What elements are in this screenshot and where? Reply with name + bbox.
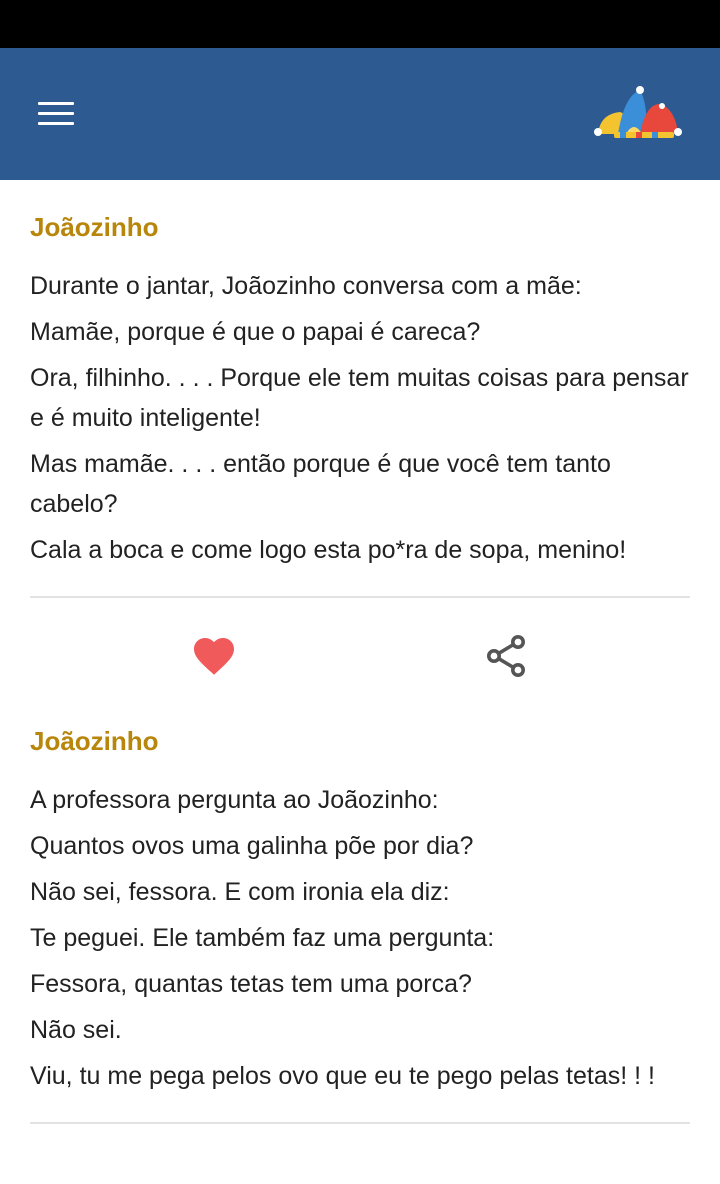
joke-list: Joãozinho Durante o jantar, Joãozinho co… <box>30 180 690 1124</box>
joke-line: Não sei. <box>30 1016 122 1044</box>
joke-line: Fessora, quantas tetas tem uma porca? <box>30 970 472 998</box>
joke-line: Te peguei. Ele também faz uma pergunta: <box>30 924 495 952</box>
joke-line: Quantos ovos uma galinha põe por dia? <box>30 832 474 860</box>
joke-actions <box>30 598 690 710</box>
share-button[interactable] <box>482 632 530 680</box>
joke-line: Mamãe, porque é que o papai é careca? <box>30 318 481 346</box>
joke-text: Durante o jantar, Joãozinho conversa com… <box>30 266 690 570</box>
divider <box>30 1122 690 1124</box>
joke-card: Joãozinho A professora pergunta ao Joãoz… <box>30 726 690 1124</box>
joke-line: Durante o jantar, Joãozinho conversa com… <box>30 272 582 300</box>
joke-text: A professora pergunta ao Joãozinho: Quan… <box>30 780 690 1096</box>
status-bar <box>0 0 720 48</box>
joke-title: Joãozinho <box>30 726 159 756</box>
joke-card: Joãozinho Durante o jantar, Joãozinho co… <box>30 212 690 598</box>
joke-line: Ora, filhinho. . . . Porque ele tem muit… <box>30 364 689 432</box>
share-icon <box>487 635 525 677</box>
app-bar <box>0 48 720 180</box>
jester-hat-icon <box>594 86 682 138</box>
joke-line: Mas mamãe. . . . então porque é que você… <box>30 450 611 518</box>
joke-line: Viu, tu me pega pelos ovo que eu te pego… <box>30 1062 655 1090</box>
joke-line: Cala a boca e come logo esta po*ra de so… <box>30 536 627 564</box>
joke-title: Joãozinho <box>30 212 159 242</box>
joke-line: A professora pergunta ao Joãozinho: <box>30 786 439 814</box>
heart-icon <box>194 638 234 675</box>
hamburger-menu-icon <box>38 102 74 126</box>
joke-line: Não sei, fessora. E com ironia ela diz: <box>30 878 450 906</box>
like-button[interactable] <box>190 632 238 680</box>
menu-button[interactable] <box>20 90 92 138</box>
